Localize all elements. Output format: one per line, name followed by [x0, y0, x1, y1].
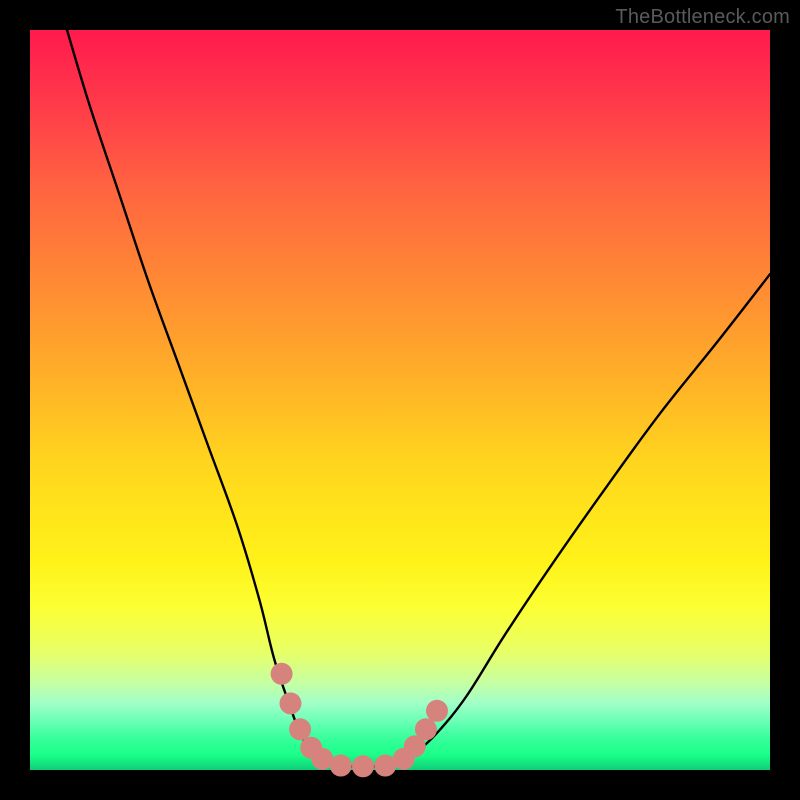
curve-path	[67, 30, 770, 766]
curve-markers	[271, 663, 448, 778]
marker-left-2	[279, 692, 301, 714]
marker-right-3	[415, 718, 437, 740]
marker-left-1	[271, 663, 293, 685]
marker-right-4	[426, 700, 448, 722]
chart-svg	[30, 30, 770, 770]
outer-frame: TheBottleneck.com	[0, 0, 800, 800]
bottleneck-curve	[67, 30, 770, 766]
marker-floor-2	[352, 755, 374, 777]
marker-floor-1	[330, 755, 352, 777]
marker-left-3	[289, 718, 311, 740]
attribution-watermark: TheBottleneck.com	[615, 6, 790, 29]
